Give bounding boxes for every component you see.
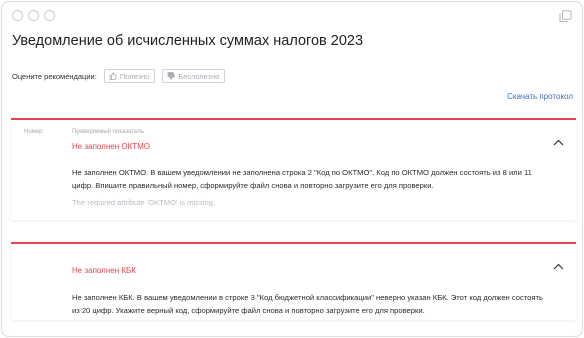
error-card: Не заполнен КБК Не заполнен КБК. В вашем… bbox=[11, 242, 576, 320]
error-description: Не заполнен ОКТМО. В вашем уведомлении н… bbox=[72, 168, 532, 190]
rating-row: Оцените рекомендации: Полезно Бесполезно bbox=[12, 69, 232, 83]
chevron-up-icon[interactable] bbox=[553, 263, 564, 270]
useful-button[interactable]: Полезно bbox=[103, 69, 156, 83]
rating-label: Оцените рекомендации: bbox=[12, 71, 97, 81]
error-technical-message: The required attribute 'OKTMO' is missin… bbox=[72, 198, 216, 207]
window-maximize-dot[interactable] bbox=[44, 10, 55, 21]
error-card: Номер Проверяемый показатель Не заполнен… bbox=[11, 118, 576, 220]
window-titlebar bbox=[2, 2, 582, 30]
column-header-number: Номер bbox=[24, 129, 43, 135]
useless-button-label: Бесполезно bbox=[178, 71, 220, 81]
useless-button[interactable]: Бесполезно bbox=[162, 69, 226, 83]
page-title: Уведомление об исчисленных суммах налого… bbox=[12, 33, 364, 49]
chevron-up-icon[interactable] bbox=[553, 139, 564, 146]
window-minimize-dot[interactable] bbox=[28, 10, 39, 21]
window-restore-icon[interactable] bbox=[559, 10, 572, 23]
browser-window: Уведомление об исчисленных суммах налого… bbox=[1, 1, 583, 337]
thumbs-down-icon bbox=[167, 72, 176, 80]
error-title: Не заполнен ОКТМО bbox=[72, 142, 151, 151]
download-protocol-link[interactable]: Скачать протокол bbox=[507, 92, 573, 101]
error-description: Не заполнен КБК. В вашем уведомлении в с… bbox=[72, 293, 543, 315]
thumbs-up-icon bbox=[109, 72, 117, 80]
window-close-dot[interactable] bbox=[12, 10, 23, 21]
useful-button-label: Полезно bbox=[119, 71, 150, 81]
column-header-indicator: Проверяемый показатель bbox=[72, 129, 144, 135]
error-title: Не заполнен КБК bbox=[72, 266, 136, 275]
